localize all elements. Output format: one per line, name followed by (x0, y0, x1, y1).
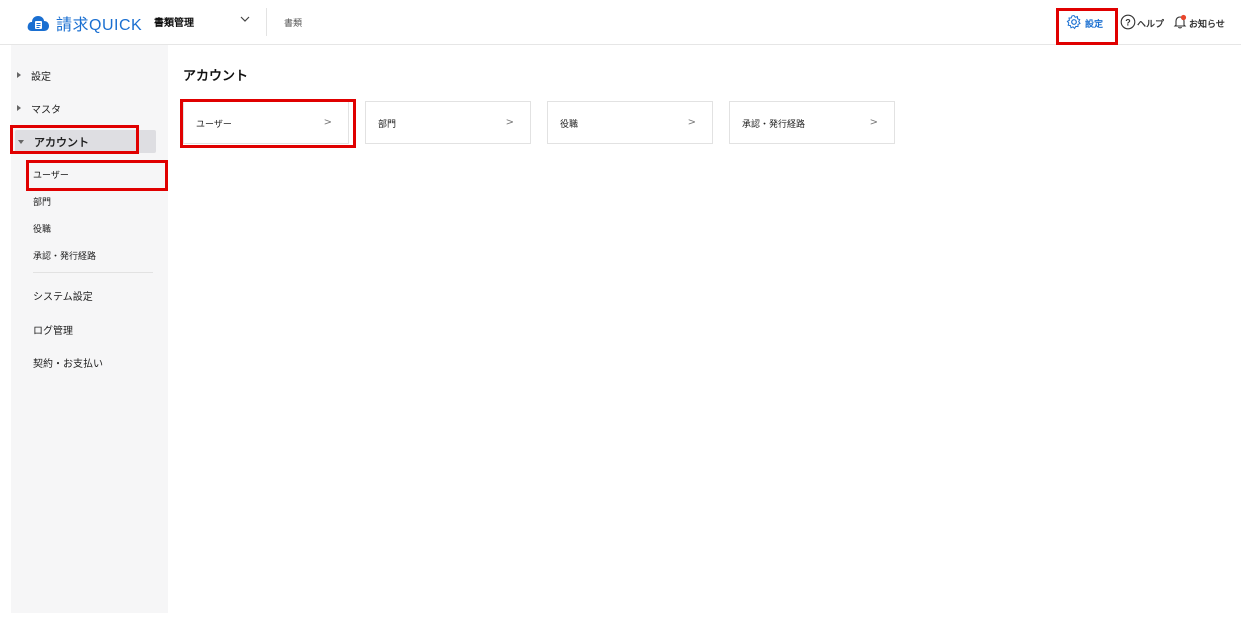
chevron-right-icon: > (505, 117, 514, 128)
sidebar-subitem-approval-routes[interactable]: 承認・発行経路 (33, 249, 96, 262)
settings-label: 設定 (1085, 19, 1104, 30)
card-users[interactable]: ユーザー > (183, 101, 349, 144)
sidebar-item-log-management[interactable]: ログ管理 (33, 322, 73, 337)
sidebar-item-label: マスタ (31, 104, 61, 116)
app-selector[interactable]: 書類管理 (154, 14, 194, 29)
cloud-document-icon (26, 14, 50, 32)
sidebar-divider (33, 272, 153, 273)
svg-text:?: ? (1125, 17, 1131, 27)
sidebar-item-contract-payment[interactable]: 契約・お支払い (33, 355, 103, 370)
chevron-down-icon[interactable] (238, 11, 252, 25)
chevron-right-icon: > (869, 117, 878, 128)
sidebar-item-master[interactable]: マスタ (17, 101, 61, 116)
card-label: 承認・発行経路 (742, 120, 806, 130)
sidebar-item-system-settings[interactable]: システム設定 (33, 288, 93, 303)
sidebar-item-account[interactable]: アカウント (15, 130, 156, 153)
help-label: ヘルプ (1137, 19, 1165, 30)
card-positions[interactable]: 役職 > (547, 101, 713, 144)
question-circle-icon: ? (1120, 14, 1136, 33)
sidebar-item-label: アカウント (34, 135, 89, 149)
sidebar-item-label: 設定 (31, 71, 51, 83)
caret-right-icon (17, 72, 21, 78)
sidebar-item-settings[interactable]: 設定 (17, 68, 51, 83)
header-divider (266, 8, 267, 36)
help-button[interactable]: ? ヘルプ (1120, 12, 1164, 34)
card-label: ユーザー (196, 120, 232, 130)
sidebar-subitem-departments[interactable]: 部門 (33, 195, 51, 208)
app-logo[interactable]: 請求QUICK (26, 13, 143, 34)
bell-icon (1172, 14, 1188, 33)
caret-down-icon (18, 139, 24, 144)
settings-button[interactable]: 設定 (1066, 12, 1103, 34)
notifications-button[interactable]: お知らせ (1172, 12, 1225, 34)
sidebar-subitem-users[interactable]: ユーザー (33, 168, 69, 181)
sidebar: 設定 マスタ アカウント ユーザー 部門 役職 承認・発行経路 システム設定 ロ… (11, 45, 168, 613)
card-departments[interactable]: 部門 > (365, 101, 531, 144)
card-label: 役職 (560, 120, 579, 130)
caret-right-icon (17, 105, 21, 111)
breadcrumb[interactable]: 書類 (284, 16, 302, 29)
notifications-label: お知らせ (1189, 19, 1225, 30)
page-title: アカウント (183, 69, 249, 84)
gear-icon (1066, 14, 1082, 33)
chevron-right-icon: > (323, 117, 332, 128)
app-name: 請求QUICK (56, 17, 143, 34)
top-header: 請求QUICK 書類管理 書類 設定 ? ヘルプ お知らせ (0, 0, 1241, 45)
sidebar-subitem-positions[interactable]: 役職 (33, 222, 51, 235)
card-approval-routes[interactable]: 承認・発行経路 > (729, 101, 895, 144)
card-label: 部門 (378, 120, 397, 130)
chevron-right-icon: > (687, 117, 696, 128)
